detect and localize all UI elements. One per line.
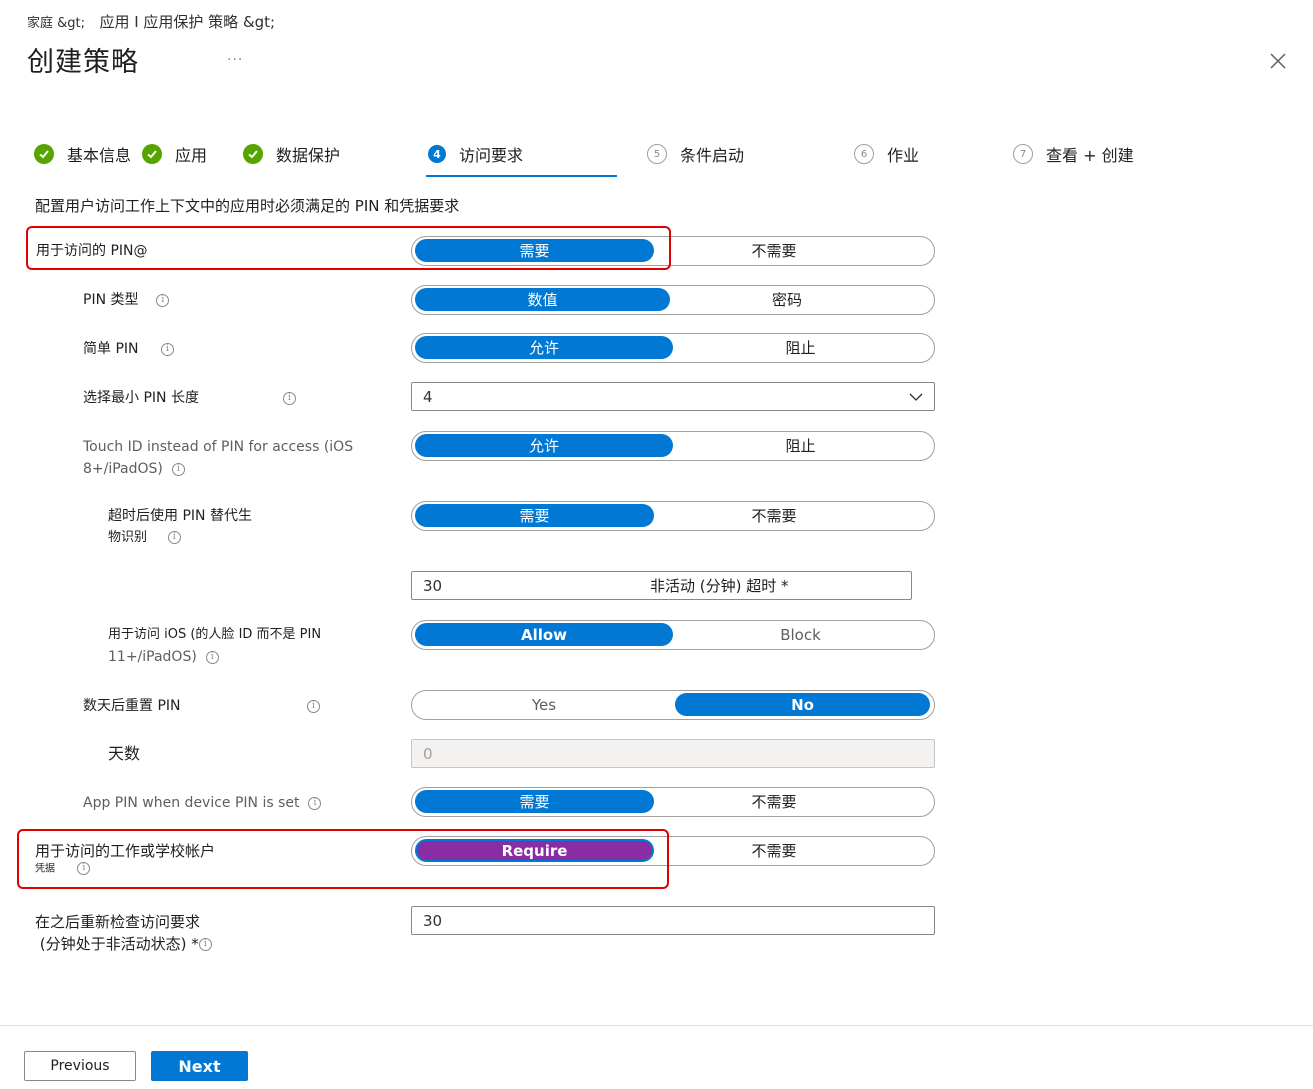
breadcrumb: 家庭 &gt; 应用 I 应用保护 策略 &gt; [27,11,275,32]
option-not-required[interactable]: 不需要 [654,790,894,813]
chevron-down-icon [909,393,923,401]
previous-button[interactable]: Previous [24,1051,136,1081]
step-number-icon: 5 [647,144,667,164]
option-not-required[interactable]: 不需要 [654,839,894,862]
step-number-icon: 6 [854,144,874,164]
face-id-toggle[interactable]: Allow Block [411,620,935,650]
pin-type-label: PIN 类型 i [83,289,170,311]
step-apps[interactable]: 应用 [142,142,207,166]
option-not-required[interactable]: 不需要 [654,239,894,262]
option-block[interactable]: 阻止 [673,434,928,457]
step-label: 访问要求 [459,146,524,165]
app-pin-device-pin-label: App PIN when device PIN is set i [83,792,322,814]
step-number-icon: 7 [1013,144,1033,164]
info-icon[interactable]: i [308,796,322,810]
check-icon [34,144,54,164]
current-step-indicator [426,175,617,177]
input-value: 0 [423,744,433,763]
dropdown-value: 4 [423,387,433,406]
option-block[interactable]: Block [673,623,928,646]
min-pin-length-label: 选择最小 PIN 长度 i [83,387,303,409]
option-allow[interactable]: 允许 [415,434,673,457]
days-label: 天数 [108,744,141,763]
pin-for-access-label: 用于访问的 PIN@ [36,243,148,259]
pin-type-toggle[interactable]: 数值 密码 [411,285,935,315]
close-button[interactable] [1266,49,1290,73]
step-label: 条件启动 [680,146,745,165]
simple-pin-toggle[interactable]: 允许 阻止 [411,333,935,363]
input-value: 30 [423,911,443,930]
recheck-minutes-input[interactable]: 30 [411,906,935,935]
next-button[interactable]: Next [151,1051,248,1081]
option-numeric[interactable]: 数值 [415,288,670,311]
close-icon [1270,53,1286,69]
app-pin-device-pin-toggle[interactable]: 需要 不需要 [411,787,935,817]
timeout-inline-label: 非活动 (分钟) 超时 * [650,577,789,595]
page-title: 创建策略 [27,47,139,78]
option-allow[interactable]: 允许 [415,336,673,359]
info-icon[interactable]: i [156,293,170,307]
recheck-label: 在之后重新检查访问要求 (分钟处于非活动状态) * i [35,911,212,955]
footer-divider [0,1025,1313,1026]
info-icon[interactable]: i [283,392,296,405]
option-require[interactable]: 需要 [415,790,654,813]
info-icon[interactable]: i [198,938,212,951]
step-number-icon: 4 [428,145,446,163]
option-require[interactable]: Require [415,839,654,862]
step-label: 应用 [175,146,208,165]
pin-reset-toggle[interactable]: Yes No [411,690,935,720]
breadcrumb-home[interactable]: 家庭 &gt; [27,16,85,31]
option-yes[interactable]: Yes [415,693,673,716]
step-assignments[interactable]: 6 作业 [854,142,919,166]
info-icon[interactable]: i [307,700,320,713]
biometrics-timeout-label: 超时后使用 PIN 替代生 物识别 i [108,508,252,545]
step-access-requirements[interactable]: 4 访问要求 [428,142,523,166]
step-label: 数据保护 [276,146,341,165]
step-conditional-launch[interactable]: 5 条件启动 [647,142,744,166]
option-block[interactable]: 阻止 [673,336,928,359]
option-require[interactable]: 需要 [415,239,654,262]
section-description: 配置用户访问工作上下文中的应用时必须满足的 PIN 和凭据要求 [35,197,460,215]
info-icon[interactable]: i [205,650,219,664]
info-icon[interactable]: i [167,531,181,544]
touch-id-label: Touch ID instead of PIN for access (iOS … [83,439,354,477]
input-value: 30 [423,576,443,595]
check-icon [243,144,263,164]
step-label: 作业 [887,146,920,165]
touch-id-toggle[interactable]: 允许 阻止 [411,431,935,461]
pin-for-access-toggle[interactable]: 需要 不需要 [411,236,935,266]
option-not-required[interactable]: 不需要 [654,504,894,527]
check-icon [142,144,162,164]
option-no[interactable]: No [675,693,930,716]
face-id-label: 用于访问 iOS (的人脸 ID 而不是 PIN 11+/iPadOS) i [108,627,322,665]
breadcrumb-app-protection[interactable]: 应用 I 应用保护 策略 &gt; [99,13,275,31]
step-label: 查看 + 创建 [1046,146,1134,165]
step-review-create[interactable]: 7 查看 + 创建 [1013,142,1134,166]
work-account-creds-label: 用于访问的工作或学校帐户 凭据 i [35,842,216,875]
step-basics[interactable]: 基本信息 [34,142,131,166]
min-pin-length-dropdown[interactable]: 4 [411,382,935,411]
info-icon[interactable]: i [77,862,91,875]
biometrics-timeout-toggle[interactable]: 需要 不需要 [411,501,935,531]
timeout-minutes-input[interactable]: 30 非活动 (分钟) 超时 * [411,571,912,600]
step-label: 基本信息 [67,146,132,165]
simple-pin-label: 简单 PIN i [83,338,174,360]
step-data-protection[interactable]: 数据保护 [243,142,340,166]
pin-reset-label: 数天后重置 PIN i [83,695,333,717]
option-require[interactable]: 需要 [415,504,654,527]
work-account-creds-toggle[interactable]: Require 不需要 [411,836,935,866]
more-options-button[interactable]: ... [227,48,243,64]
option-allow[interactable]: Allow [415,623,673,646]
option-passcode[interactable]: 密码 [670,288,904,311]
days-input[interactable]: 0 [411,739,935,768]
info-icon[interactable]: i [160,342,174,356]
info-icon[interactable]: i [171,462,185,476]
